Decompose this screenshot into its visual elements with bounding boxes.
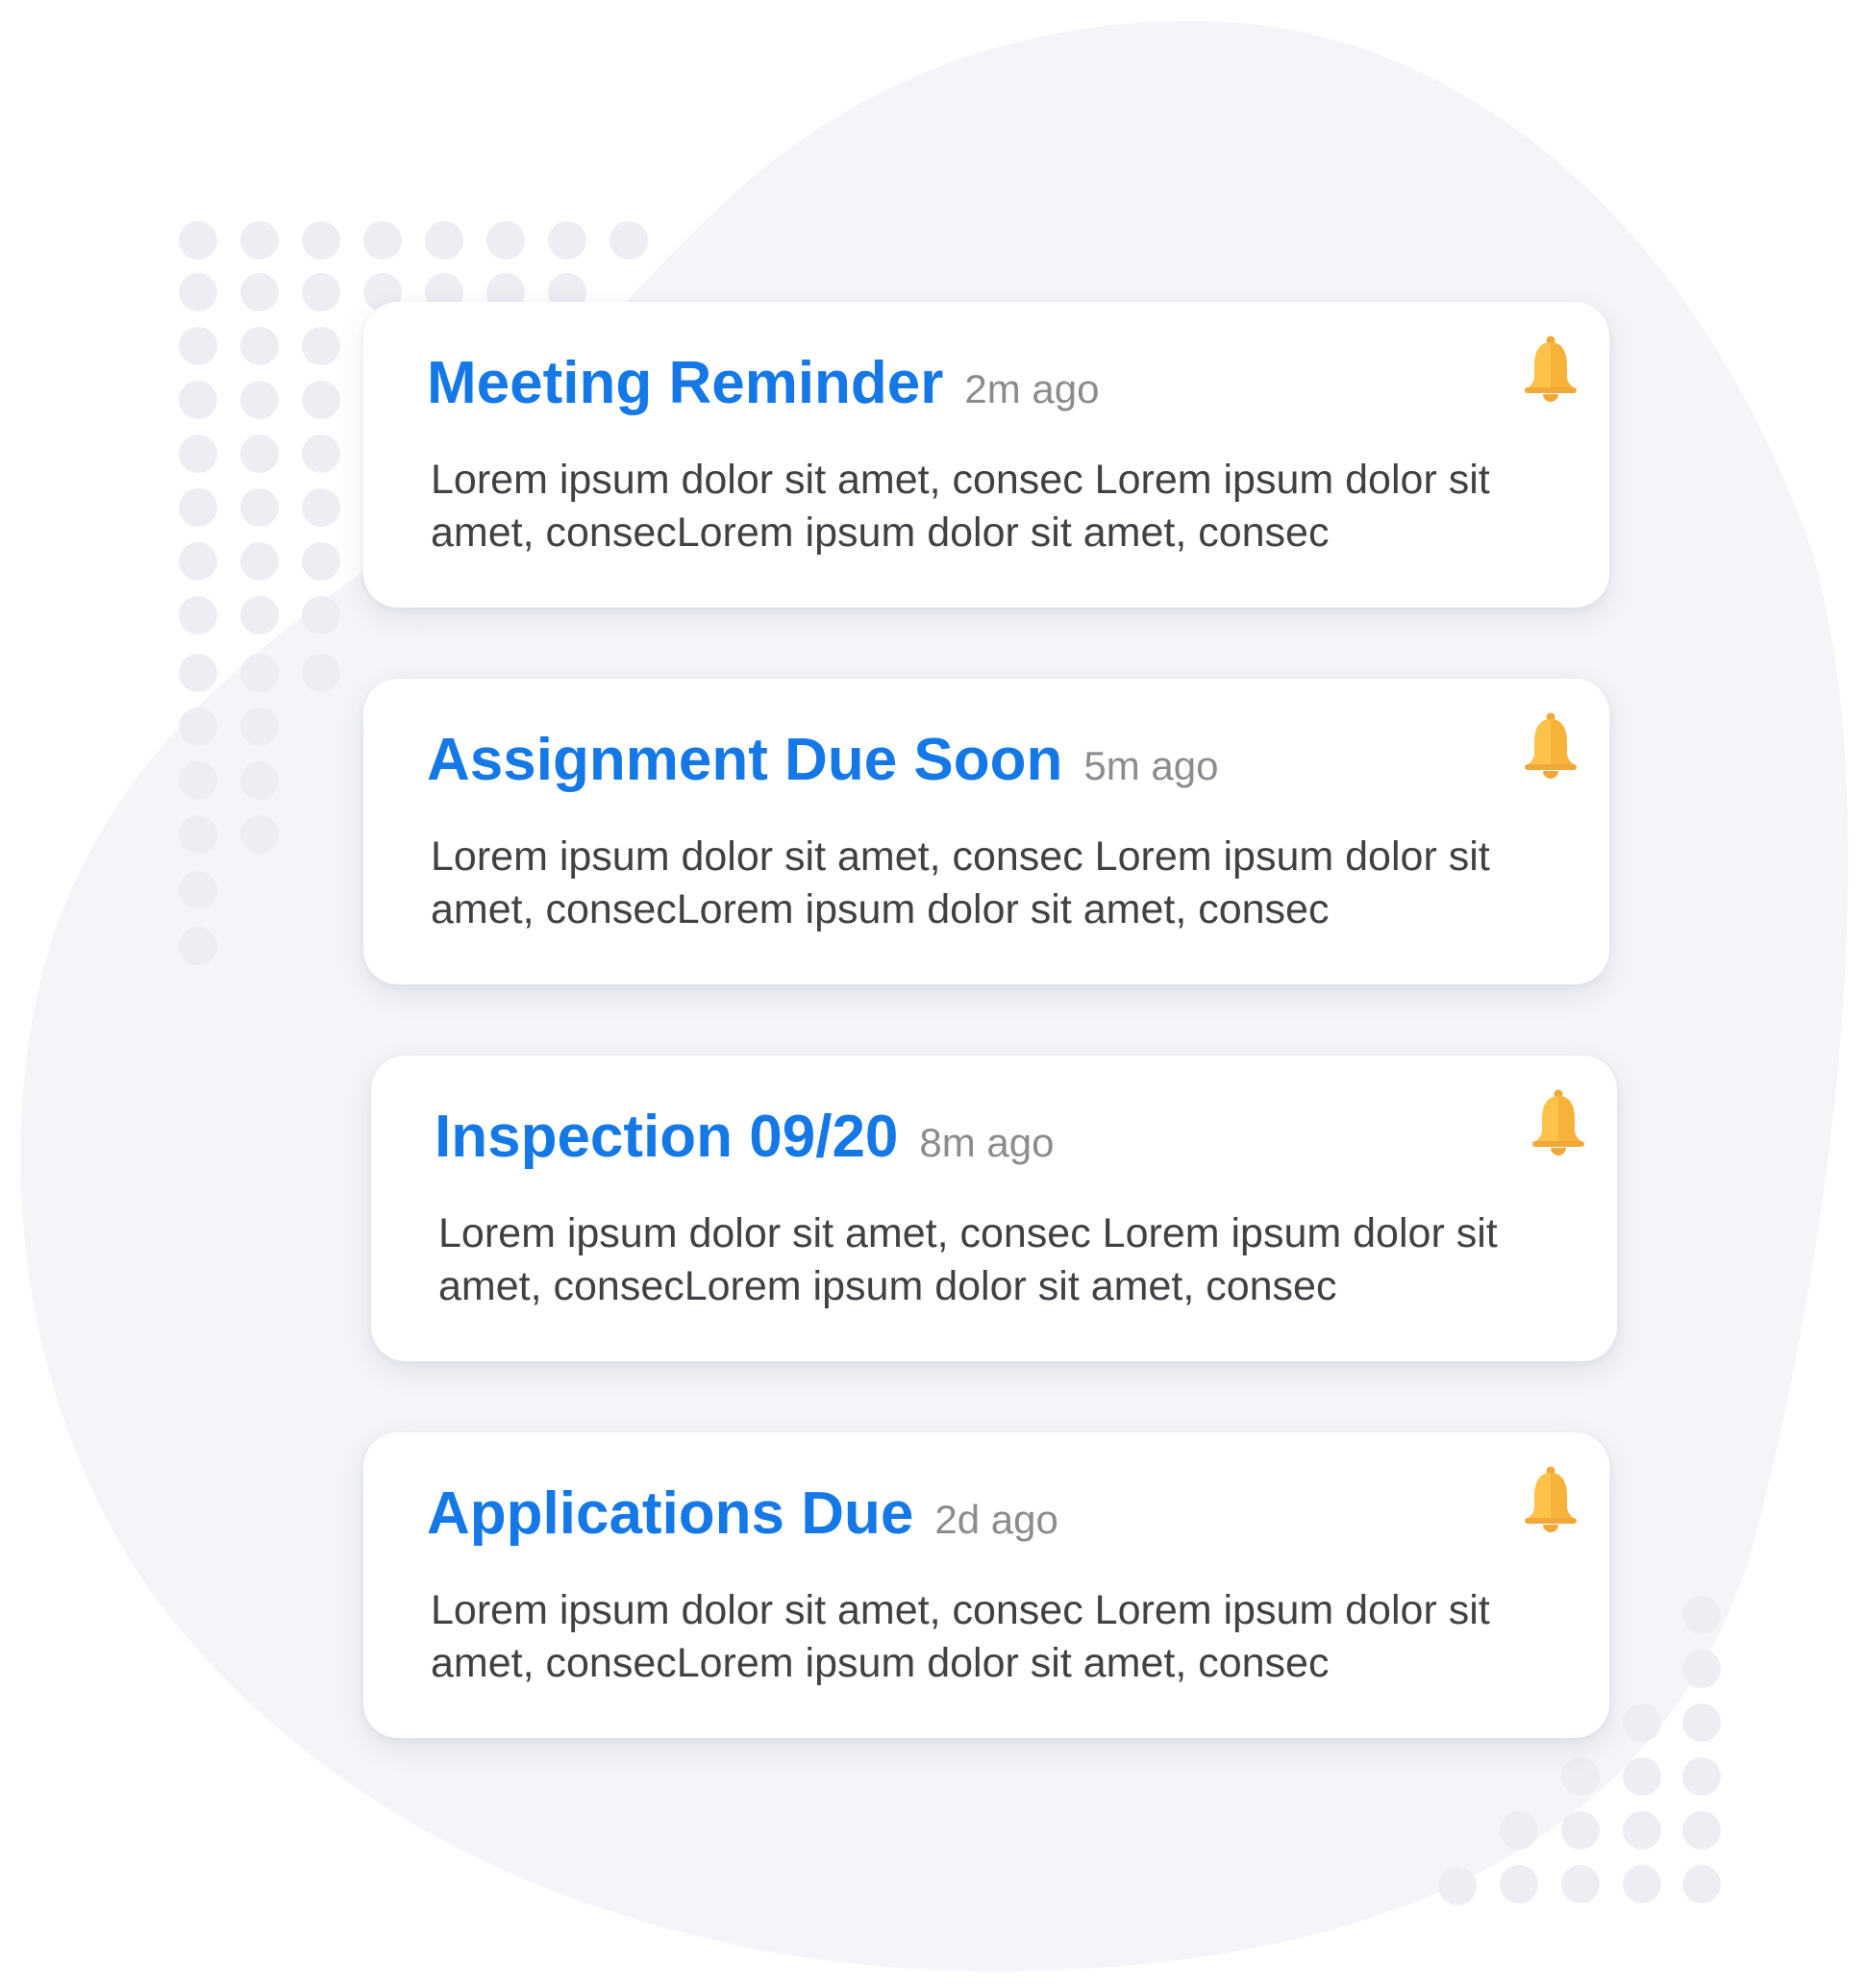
notification-title: Assignment Due Soon	[427, 727, 1063, 793]
notification-timestamp: 2d ago	[934, 1497, 1058, 1542]
bell-icon	[1532, 1089, 1584, 1156]
notification-header: Assignment Due Soon 5m ago	[427, 731, 1218, 790]
notification-timestamp: 2m ago	[964, 366, 1100, 411]
notification-body: Lorem ipsum dolor sit amet, consec Lorem…	[431, 833, 1490, 932]
notification-header: Inspection 09/20 8m ago	[435, 1107, 1055, 1167]
notification-body: Lorem ipsum dolor sit amet, consec Lorem…	[438, 1210, 1498, 1309]
notification-timestamp: 8m ago	[919, 1120, 1055, 1165]
notification-header: Applications Due 2d ago	[427, 1484, 1058, 1544]
notification-card[interactable]: Applications Due 2d ago Lorem ipsum dolo…	[363, 1432, 1609, 1738]
notification-body: Lorem ipsum dolor sit amet, consec Lorem…	[431, 1587, 1490, 1686]
bell-icon	[1525, 335, 1577, 402]
notification-timestamp: 5m ago	[1083, 743, 1219, 788]
bell-icon	[1525, 712, 1577, 779]
notification-header: Meeting Reminder 2m ago	[427, 354, 1100, 413]
notification-title: Inspection 09/20	[435, 1104, 899, 1170]
notification-title: Applications Due	[427, 1480, 914, 1547]
notification-title: Meeting Reminder	[427, 350, 944, 416]
notification-card[interactable]: Inspection 09/20 8m ago Lorem ipsum dolo…	[371, 1056, 1617, 1361]
notification-card[interactable]: Meeting Reminder 2m ago Lorem ipsum dolo…	[363, 302, 1609, 608]
notification-card[interactable]: Assignment Due Soon 5m ago Lorem ipsum d…	[363, 679, 1609, 984]
notification-body: Lorem ipsum dolor sit amet, consec Lorem…	[431, 457, 1490, 556]
bell-icon	[1525, 1466, 1577, 1532]
